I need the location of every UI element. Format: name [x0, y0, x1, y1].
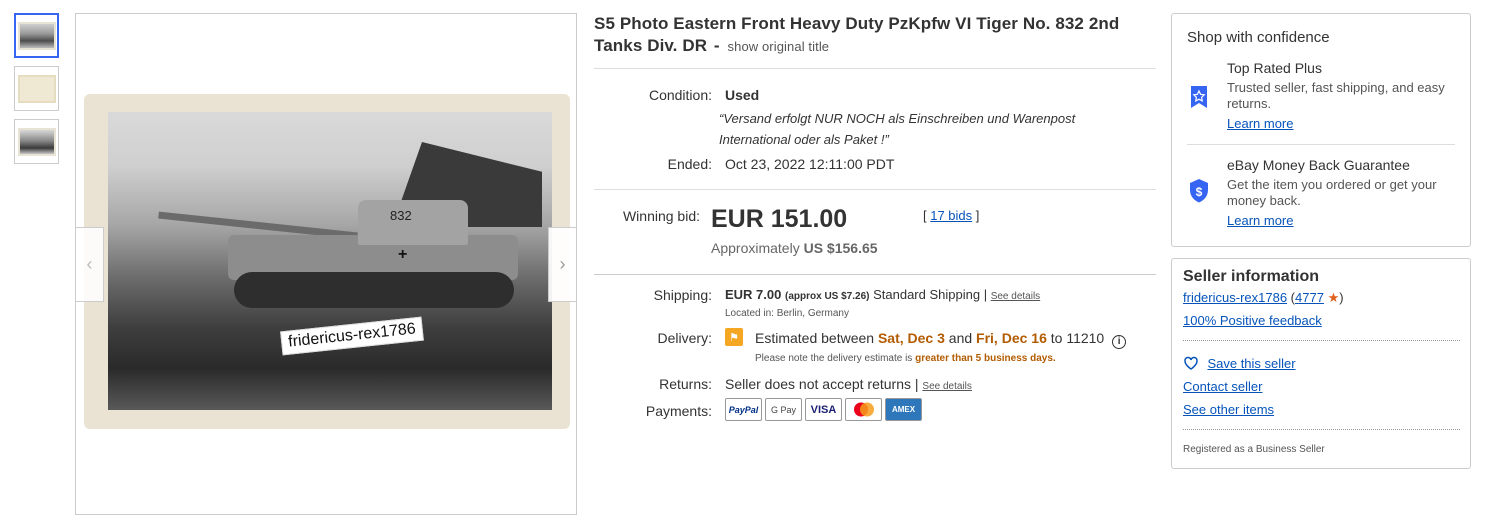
returns-value: Seller does not accept returns | See det… [725, 376, 972, 392]
item-details: S5 Photo Eastern Front Heavy Duty PzKpfw… [594, 13, 1156, 58]
delivery-label: Delivery: [657, 330, 712, 346]
positive-feedback-link[interactable]: 100% Positive feedback [1183, 313, 1322, 328]
seller-note: “Versand erfolgt NUR NOCH als Einschreib… [719, 111, 1076, 147]
delivery-date-start: Sat, Dec 3 [877, 330, 945, 346]
delivery-and: and [948, 330, 973, 346]
show-original-title-link[interactable]: show original title [728, 39, 830, 54]
divider [594, 274, 1156, 275]
svg-text:$: $ [1196, 185, 1203, 199]
confidence-heading: Shop with confidence [1187, 29, 1330, 46]
delivery-zip: to 11210 [1050, 330, 1105, 346]
money-back-desc: Get the item you ordered or get your mon… [1227, 177, 1437, 208]
shipping-details-link[interactable]: See details [991, 291, 1040, 302]
amex-icon: AMEX [885, 398, 922, 421]
top-rated-desc: Trusted seller, fast shipping, and easy … [1227, 80, 1445, 111]
item-title: S5 Photo Eastern Front Heavy Duty PzKpfw… [594, 13, 1156, 58]
mastercard-icon [845, 398, 882, 421]
main-image[interactable]: 832 + fridericus-rex1786 ‹ › [75, 13, 577, 515]
delivery-note-prefix: Please note the delivery estimate is [755, 353, 913, 364]
visa-icon: VISA [805, 398, 842, 421]
next-image-button[interactable]: › [548, 227, 576, 302]
approx-value: US $156.65 [803, 240, 878, 256]
tank-photo: 832 + [84, 94, 570, 429]
see-other-items-link[interactable]: See other items [1183, 402, 1274, 417]
seller-name-row: fridericus-rex1786 (4777 ★) [1183, 290, 1344, 305]
seller-name-link[interactable]: fridericus-rex1786 [1183, 290, 1287, 305]
condition-value: Used [725, 87, 760, 103]
shipping-cost: EUR 7.00 [725, 287, 782, 302]
item-location: Located in: Berlin, Germany [725, 308, 849, 319]
thumbnail-strip [14, 13, 59, 172]
bids-count: [ 17 bids ] [923, 208, 980, 223]
returns-details-link[interactable]: See details [922, 381, 971, 392]
chevron-left-icon: ‹ [86, 254, 93, 274]
payments-label: Payments: [645, 403, 712, 419]
ended-label: Ended: [667, 156, 712, 172]
divider [594, 189, 1156, 190]
condition-label: Condition: [648, 87, 712, 103]
thumbnail-3[interactable] [14, 119, 59, 164]
top-rated-title: Top Rated Plus [1227, 60, 1322, 76]
winning-bid-price: EUR 151.00 [711, 205, 848, 233]
delivery-prefix: Estimated between [755, 330, 875, 346]
prev-image-button[interactable]: ‹ [76, 227, 104, 302]
google-pay-icon: G Pay [765, 398, 802, 421]
bids-link[interactable]: 17 bids [930, 208, 972, 223]
shipping-method: Standard Shipping [873, 287, 981, 302]
divider [594, 68, 1156, 69]
winning-bid-label: Winning bid: [622, 208, 700, 224]
shipping-approx: (approx US $7.26) [785, 291, 870, 302]
heart-icon [1184, 356, 1198, 370]
top-rated-icon [1191, 86, 1207, 108]
approx-price: Approximately US $156.65 [711, 240, 878, 256]
thumbnail-1[interactable] [14, 13, 59, 58]
contact-seller-link[interactable]: Contact seller [1183, 379, 1262, 394]
shield-dollar-icon: $ [1190, 179, 1208, 203]
money-back-learn-more[interactable]: Learn more [1227, 213, 1293, 228]
shipping-label: Shipping: [653, 287, 712, 303]
info-icon[interactable]: i [1112, 335, 1127, 349]
approx-prefix: Approximately [711, 240, 800, 256]
title-separator: - [713, 36, 720, 55]
dotted-divider [1183, 429, 1460, 430]
delivery-note-highlight: greater than 5 business days. [915, 353, 1056, 364]
seller-heading: Seller information [1183, 268, 1320, 285]
registered-business: Registered as a Business Seller [1183, 444, 1325, 455]
delivery-date-end: Fri, Dec 16 [976, 330, 1047, 346]
ended-value: Oct 23, 2022 12:11:00 PDT [725, 156, 895, 172]
dotted-divider [1183, 340, 1460, 341]
seller-info-card: Seller information fridericus-rex1786 (4… [1171, 258, 1471, 469]
delivery-note: Please note the delivery estimate is gre… [755, 353, 1056, 364]
delivery-estimate: Estimated between Sat, Dec 3 and Fri, De… [755, 330, 1127, 349]
returns-text: Seller does not accept returns [725, 376, 911, 392]
title-text: S5 Photo Eastern Front Heavy Duty PzKpfw… [594, 14, 1120, 55]
money-back-title: eBay Money Back Guarantee [1227, 157, 1410, 173]
payment-methods: PayPal G Pay VISA AMEX [725, 398, 925, 421]
shop-confidence-card: Shop with confidence Top Rated Plus Trus… [1171, 13, 1471, 247]
delivery-flag-icon: ⚑ [725, 328, 743, 346]
thumbnail-2[interactable] [14, 66, 59, 111]
card-divider [1187, 144, 1455, 145]
cross-marking: + [398, 246, 408, 263]
chevron-right-icon: › [559, 254, 566, 274]
save-seller-link[interactable]: Save this seller [1207, 356, 1295, 371]
feedback-count-link[interactable]: 4777 [1295, 290, 1324, 305]
tank-number: 832 [390, 208, 412, 223]
star-icon: ★ [1327, 290, 1340, 305]
tank-illustration: 832 + [158, 200, 518, 310]
returns-label: Returns: [659, 376, 712, 392]
top-rated-learn-more[interactable]: Learn more [1227, 116, 1293, 131]
save-seller-row[interactable]: Save this seller [1183, 355, 1296, 373]
shipping-value: EUR 7.00 (approx US $7.26) Standard Ship… [725, 287, 1041, 302]
paypal-icon: PayPal [725, 398, 762, 421]
